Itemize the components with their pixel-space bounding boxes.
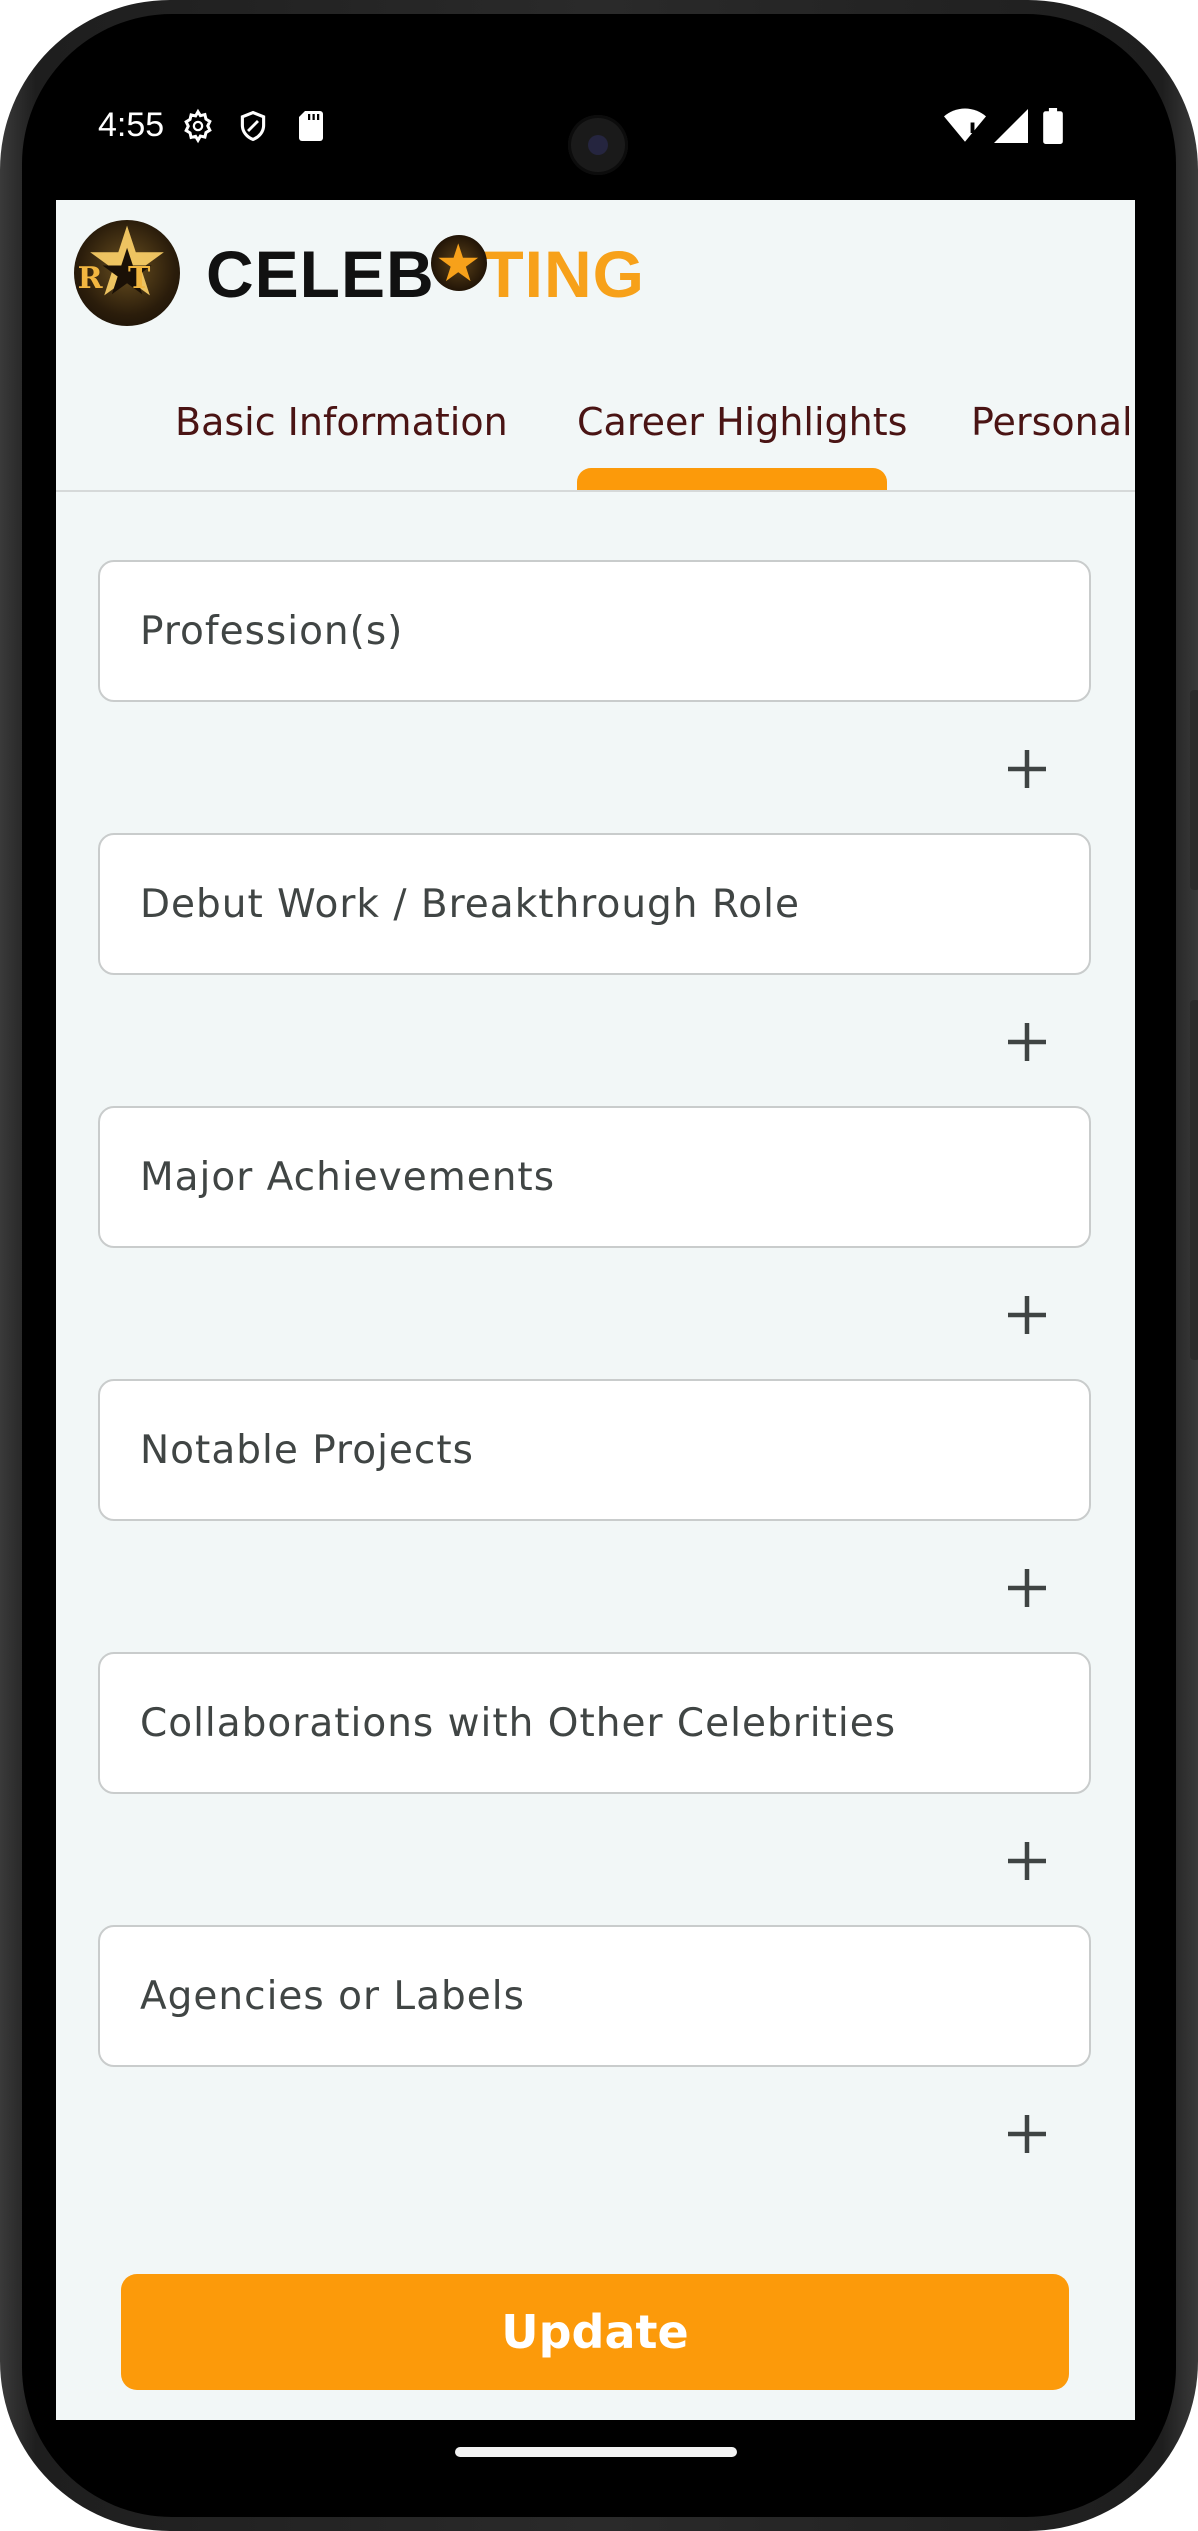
update-button[interactable]: Update [121,2274,1069,2390]
power-button [1190,1000,1198,1360]
shield-icon [240,110,266,142]
status-bar: 4:55 [56,100,1142,160]
plus-icon[interactable] [1000,1015,1054,1069]
brand-star-icon: ★ [430,235,487,291]
brand-suffix: TING [483,237,646,311]
sd-card-icon [299,111,323,141]
app-screen: ★ ★ RT CELEBR★TING Basic Information Car… [56,200,1135,2420]
debut-work-placeholder: Debut Work / Breakthrough Role [140,882,800,927]
notable-projects-placeholder: Notable Projects [140,1428,474,1473]
brand-prefix: CELEB [206,237,435,311]
app-header: ★ ★ RT CELEBR★TING [56,200,1135,350]
agencies-labels-placeholder: Agencies or Labels [140,1974,525,2019]
tab-personal[interactable]: Personal [971,400,1133,444]
settings-icon [184,108,212,144]
collaborations-field[interactable]: Collaborations with Other Celebrities [98,1652,1091,1794]
active-tab-indicator [577,468,887,490]
plus-icon[interactable] [1000,1288,1054,1342]
profession-placeholder: Profession(s) [140,609,404,654]
status-time: 4:55 [98,106,165,144]
debut-work-field[interactable]: Debut Work / Breakthrough Role [98,833,1091,975]
signal-icon [994,109,1028,143]
home-indicator[interactable] [455,2447,737,2457]
tab-basic-information[interactable]: Basic Information [175,400,508,444]
profession-field[interactable]: Profession(s) [98,560,1091,702]
app-brand: CELEBR★TING [206,235,646,312]
plus-icon[interactable] [1000,1561,1054,1615]
wifi-icon [944,108,986,142]
tab-bar: Basic Information Career Highlights Pers… [56,350,1135,492]
major-achievements-field[interactable]: Major Achievements [98,1106,1091,1248]
plus-icon[interactable] [1000,742,1054,796]
major-achievements-placeholder: Major Achievements [140,1155,556,1200]
logo-letters: RT [78,261,177,296]
app-logo: ★ ★ RT [74,220,180,326]
plus-icon[interactable] [1000,1834,1054,1888]
plus-icon[interactable] [1000,2107,1054,2161]
battery-icon [1043,108,1063,144]
volume-button [1190,690,1198,890]
brand-highlight: R★ [430,235,487,311]
collaborations-placeholder: Collaborations with Other Celebrities [140,1701,897,1746]
tab-career-highlights[interactable]: Career Highlights [577,400,907,444]
notable-projects-field[interactable]: Notable Projects [98,1379,1091,1521]
agencies-labels-field[interactable]: Agencies or Labels [98,1925,1091,2067]
